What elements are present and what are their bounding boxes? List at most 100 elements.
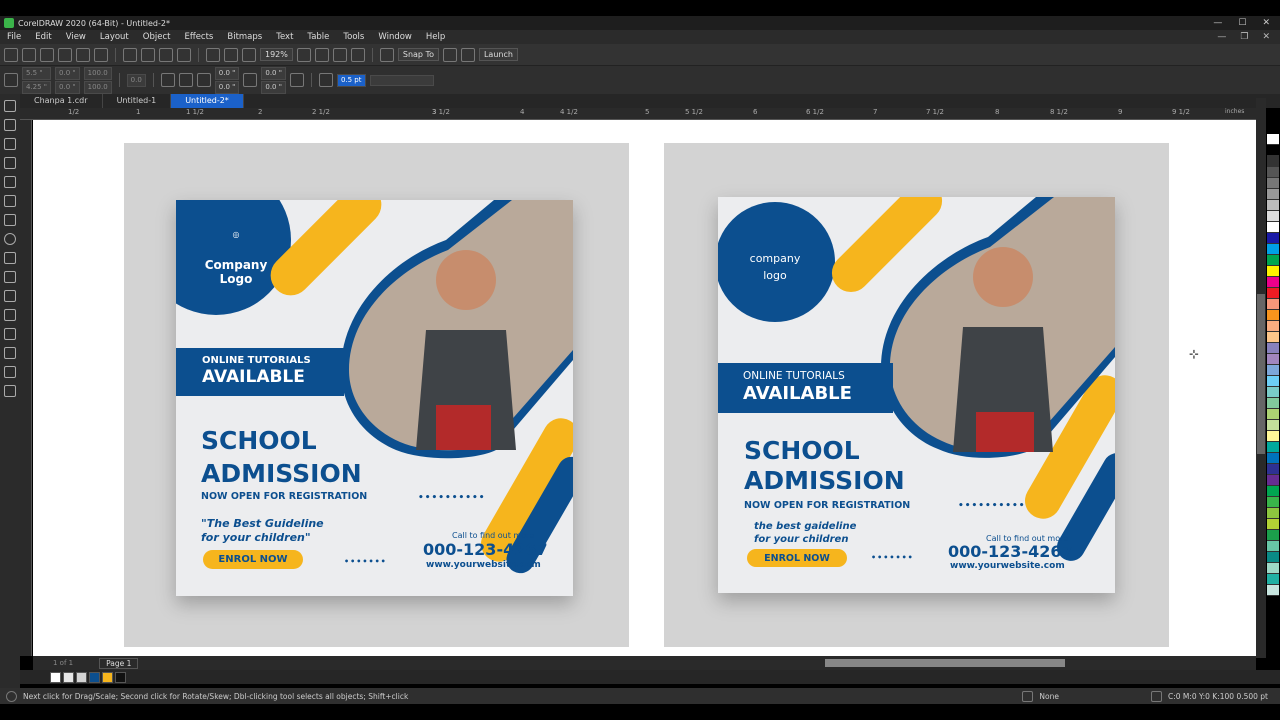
zoom-level-select[interactable]: 192% [260, 48, 293, 61]
line-style-select[interactable] [369, 74, 434, 86]
polygon-tool-icon[interactable] [4, 252, 16, 264]
cloud-upload-icon[interactable] [58, 47, 72, 62]
scale-y-field[interactable]: 100.0 [83, 80, 112, 94]
swatch-red[interactable] [1267, 288, 1279, 299]
drop-shadow-icon[interactable] [4, 328, 16, 340]
outline-width-field[interactable]: 0.5 pt [336, 73, 366, 87]
swatch-dark-teal[interactable] [1267, 552, 1279, 563]
tab-untitled-2[interactable]: Untitled-2* [171, 94, 244, 108]
print-icon[interactable] [94, 47, 108, 62]
swatch[interactable] [1267, 200, 1279, 211]
swatch-grass[interactable] [1267, 497, 1279, 508]
y-position-field[interactable]: 4.25 " [22, 80, 52, 94]
swatch-salmon[interactable] [1267, 299, 1279, 310]
swatch[interactable] [1267, 178, 1279, 189]
redo-icon[interactable] [177, 47, 191, 62]
round-corner-icon[interactable] [160, 73, 175, 87]
doc-swatch-yellow[interactable] [102, 671, 113, 683]
minimize-icon[interactable]: — [1213, 18, 1222, 28]
reference-image-panel[interactable]: ◎ Company Logo ONLINE TUTORIALS AVAILABL… [124, 143, 629, 647]
vertical-ruler[interactable] [20, 120, 32, 656]
menu-text[interactable]: Text [269, 32, 300, 42]
new-document-icon[interactable] [4, 47, 18, 62]
corner-radius-1-field[interactable]: 0.0 " [214, 66, 240, 80]
swatch-emerald[interactable] [1267, 486, 1279, 497]
outline-pen-status-icon[interactable] [1150, 690, 1162, 702]
swatch-blue[interactable] [1267, 233, 1279, 244]
menu-help[interactable]: Help [419, 32, 452, 42]
doc-swatch-light[interactable] [63, 671, 74, 683]
doc-minimize-icon[interactable]: — [1217, 32, 1226, 42]
scale-x-field[interactable]: 100.0 [83, 66, 112, 80]
swatch-lime[interactable] [1267, 409, 1279, 420]
corner-radius-4-field[interactable]: 0.0 " [261, 80, 286, 94]
swatch-navy[interactable] [1267, 464, 1279, 475]
swatch[interactable] [1267, 156, 1279, 167]
doc-close-icon[interactable]: ✕ [1262, 32, 1270, 42]
connector-tool-icon[interactable] [4, 309, 16, 321]
swatch-pale-teal[interactable] [1267, 563, 1279, 574]
menu-view[interactable]: View [59, 32, 93, 42]
swatch-yellow[interactable] [1267, 266, 1279, 277]
freehand-tool-icon[interactable] [4, 176, 16, 188]
swatch-turquoise[interactable] [1267, 574, 1279, 585]
open-icon[interactable] [22, 47, 36, 62]
import-icon[interactable] [206, 47, 220, 62]
pick-tool-icon[interactable] [4, 100, 16, 112]
parallel-dimension-icon[interactable] [4, 290, 16, 302]
swatch-sea[interactable] [1267, 442, 1279, 453]
swatch-light-orange[interactable] [1267, 332, 1279, 343]
swatch[interactable] [1267, 167, 1279, 178]
eyedropper-icon[interactable] [4, 366, 16, 378]
scroll-thumb[interactable] [825, 659, 1065, 667]
menu-table[interactable]: Table [300, 32, 336, 42]
corner-radius-2-field[interactable]: 0.0 " [214, 80, 240, 94]
menu-effects[interactable]: Effects [177, 32, 220, 42]
export-icon[interactable] [224, 47, 238, 62]
crop-tool-icon[interactable] [4, 138, 16, 150]
menu-bitmaps[interactable]: Bitmaps [220, 32, 269, 42]
swatch[interactable] [1267, 211, 1279, 222]
full-screen-icon[interactable] [314, 47, 329, 62]
swatch-black[interactable] [1267, 145, 1279, 156]
drawing-canvas[interactable]: ◎ Company Logo ONLINE TUTORIALS AVAILABL… [33, 120, 1256, 656]
save-icon[interactable] [40, 47, 54, 62]
swatch-chartreuse[interactable] [1267, 519, 1279, 530]
doc-swatch-black[interactable] [115, 671, 126, 683]
menu-window[interactable]: Window [371, 32, 419, 42]
swatch-light-blue[interactable] [1267, 365, 1279, 376]
object-origin-icon[interactable] [4, 73, 18, 87]
swatch-purple[interactable] [1267, 354, 1279, 365]
menu-layout[interactable]: Layout [93, 32, 136, 42]
scroll-thumb[interactable] [1257, 294, 1265, 454]
swatch-aqua[interactable] [1267, 541, 1279, 552]
doc-swatch-white[interactable] [50, 671, 61, 683]
relative-corner-icon[interactable] [289, 73, 304, 87]
close-icon[interactable]: ✕ [1262, 18, 1270, 28]
swatch[interactable] [1267, 189, 1279, 200]
scalloped-corner-icon[interactable] [178, 73, 193, 87]
zoom-fit-icon[interactable] [296, 47, 311, 62]
swatch-royal[interactable] [1267, 453, 1279, 464]
lock-ratio-icon[interactable] [243, 73, 258, 87]
swatch-pale-green[interactable] [1267, 420, 1279, 431]
interactive-fill-icon[interactable] [4, 385, 16, 397]
height-field[interactable]: 0.0 " [55, 80, 80, 94]
fill-icon[interactable] [1022, 690, 1034, 702]
pdf-icon[interactable] [242, 47, 256, 62]
swatch-lavender[interactable] [1267, 343, 1279, 354]
launch-icon[interactable] [460, 47, 475, 62]
guidelines-icon[interactable] [350, 47, 365, 62]
horizontal-ruler[interactable]: 1/2 1 1 1/2 2 2 1/2 3 3 1/2 4 4 1/2 5 5 … [20, 108, 1256, 120]
transparency-icon[interactable] [4, 347, 16, 359]
swatch-none[interactable] [1267, 134, 1279, 145]
swatch-magenta[interactable] [1267, 277, 1279, 288]
swatch-green[interactable] [1267, 255, 1279, 266]
page-tab[interactable]: Page 1 [99, 657, 139, 669]
x-position-field[interactable]: 5.5 " [22, 66, 52, 80]
artistic-media-icon[interactable] [4, 195, 16, 207]
launch-dropdown[interactable]: Launch [478, 48, 518, 61]
doc-restore-icon[interactable]: ❐ [1240, 32, 1248, 42]
swatch-peach[interactable] [1267, 321, 1279, 332]
text-tool-icon[interactable] [4, 271, 16, 283]
